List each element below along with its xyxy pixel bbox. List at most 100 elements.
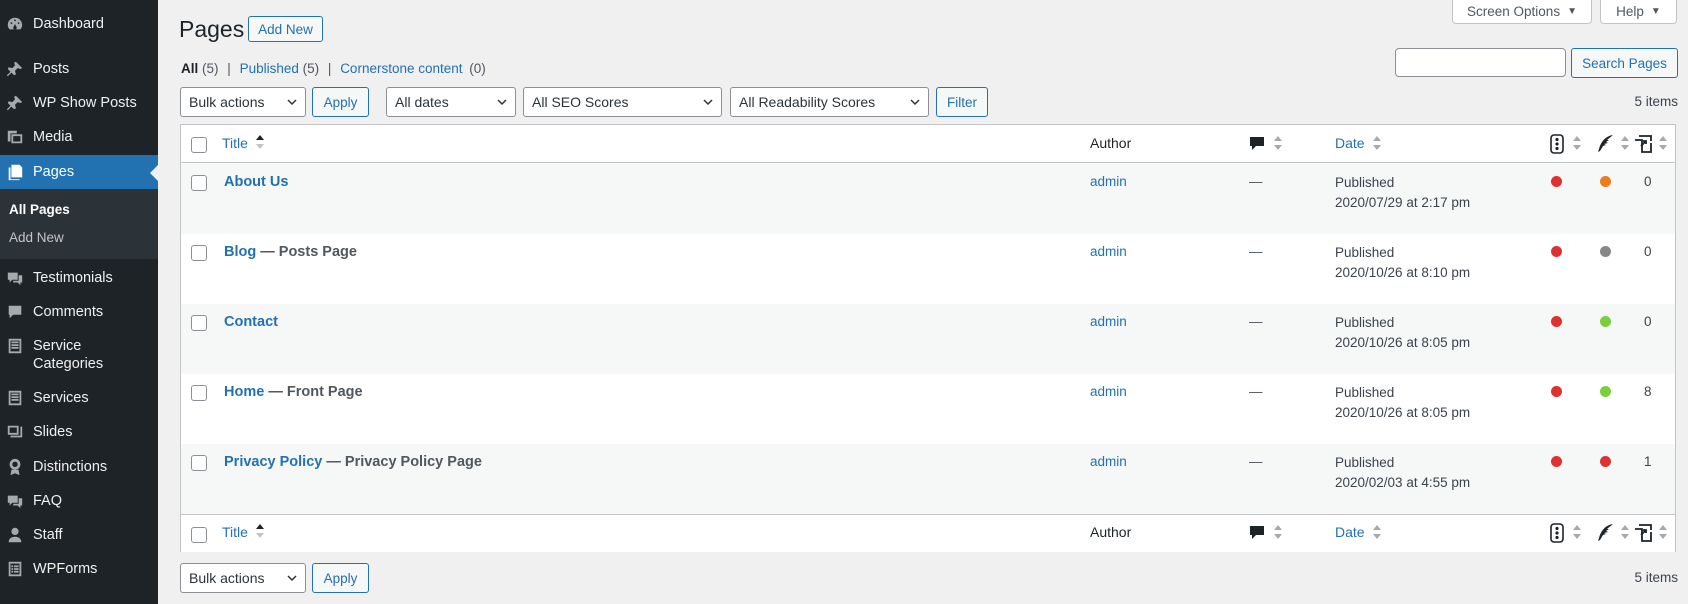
readability-feather-icon[interactable] <box>1597 134 1614 153</box>
seo-traffic-light-icon[interactable] <box>1550 134 1564 154</box>
readability-feather-icon[interactable] <box>1597 523 1614 542</box>
row-checkbox[interactable] <box>191 385 207 401</box>
row-author-link[interactable]: admin <box>1090 314 1127 329</box>
row-links-count: 0 <box>1644 314 1652 329</box>
internal-links-icon[interactable] <box>1633 134 1653 154</box>
chevron-down-icon <box>703 99 713 106</box>
filter-all-count: (5) <box>202 61 219 76</box>
row-author-link[interactable]: admin <box>1090 244 1127 259</box>
sidebar-item-label: Service Categories <box>33 338 104 372</box>
bulk-actions-select-bottom[interactable]: Bulk actions <box>180 563 306 593</box>
seo-score-dot <box>1551 386 1562 397</box>
column-date-sort[interactable]: Date <box>1335 524 1365 540</box>
search-pages-button[interactable]: Search Pages <box>1571 48 1678 78</box>
filter-published-count: (5) <box>302 61 320 76</box>
filter-separator: | <box>327 61 332 76</box>
sidebar-item-media[interactable]: Media <box>0 128 158 146</box>
page-title-link[interactable]: Blog <box>224 244 256 260</box>
seo-score-value: All SEO Scores <box>532 94 629 110</box>
table-row: Privacy Policy — Privacy Policy Page adm… <box>181 444 1675 514</box>
row-checkbox[interactable] <box>191 175 207 191</box>
chevron-down-icon <box>287 99 297 106</box>
sort-icon <box>1659 525 1667 539</box>
sidebar-item-services[interactable]: Services <box>0 389 158 407</box>
seo-score-select[interactable]: All SEO Scores <box>523 87 722 117</box>
dates-filter-select[interactable]: All dates <box>386 87 516 117</box>
page-title-link[interactable]: Home <box>224 384 264 400</box>
internal-links-icon[interactable] <box>1633 523 1653 543</box>
select-all-checkbox[interactable] <box>191 527 207 543</box>
filter-all-label: All <box>181 61 199 76</box>
page-title-link[interactable]: Contact <box>224 314 278 330</box>
post-state: — Privacy Policy Page <box>326 454 482 470</box>
sidebar-item-slides[interactable]: Slides <box>0 423 158 441</box>
chevron-down-icon <box>287 575 297 582</box>
row-date-value: 2020/10/26 at 8:10 pm <box>1335 265 1471 280</box>
sort-icon <box>1274 136 1282 150</box>
search-input[interactable] <box>1395 48 1566 77</box>
row-checkbox[interactable] <box>191 315 207 331</box>
column-title-sort[interactable]: Title <box>222 135 248 151</box>
filter-button[interactable]: Filter <box>936 87 988 117</box>
page-title-link[interactable]: Privacy Policy <box>224 454 322 470</box>
row-date: Published 2020/10/26 at 8:10 pm <box>1335 243 1470 283</box>
sidebar-item-pages[interactable]: Pages <box>0 155 158 189</box>
seo-traffic-light-icon[interactable] <box>1550 523 1564 543</box>
readability-score-value: All Readability Scores <box>739 94 876 110</box>
row-comments: — <box>1249 244 1263 259</box>
bulk-actions-value: Bulk actions <box>189 570 265 586</box>
sidebar-item-distinctions[interactable]: Distinctions <box>0 458 158 476</box>
sidebar-item-label: Distinctions <box>33 459 108 475</box>
post-state: — Posts Page <box>260 244 357 260</box>
sidebar-item-posts[interactable]: Posts <box>0 60 158 78</box>
filter-published[interactable]: Published (5) <box>240 61 320 76</box>
screen-options-button[interactable]: Screen Options ▼ <box>1452 0 1592 24</box>
filter-cornerstone-count: (0) <box>469 61 486 76</box>
row-author-link[interactable]: admin <box>1090 174 1127 189</box>
filter-cornerstone-label: Cornerstone content <box>340 61 463 76</box>
row-status: Published <box>1335 385 1395 400</box>
row-author-link[interactable]: admin <box>1090 454 1127 469</box>
page-title-link[interactable]: About Us <box>224 174 288 190</box>
add-new-page-button[interactable]: Add New <box>248 16 323 42</box>
screen-options-label: Screen Options <box>1467 4 1561 19</box>
sidebar-item-comments[interactable]: Comments <box>0 303 158 321</box>
sidebar-item-label: Media <box>33 129 73 145</box>
apply-button[interactable]: Apply <box>312 87 369 117</box>
filter-separator: | <box>227 61 231 76</box>
comment-bubble-icon[interactable] <box>1249 136 1265 151</box>
faq-icon <box>6 492 24 510</box>
readability-score-select[interactable]: All Readability Scores <box>730 87 929 117</box>
table-row: Blog — Posts Page admin — Published 2020/… <box>181 234 1675 304</box>
sidebar-item-faq[interactable]: FAQ <box>0 492 158 510</box>
bulk-actions-select[interactable]: Bulk actions <box>180 87 306 117</box>
sidebar-item-staff[interactable]: Staff <box>0 526 158 544</box>
sidebar-item-wpforms[interactable]: WPForms <box>0 560 158 578</box>
apply-button-bottom[interactable]: Apply <box>312 563 369 593</box>
row-checkbox[interactable] <box>191 455 207 471</box>
testimonial-icon <box>6 269 24 287</box>
sidebar-item-testimonials[interactable]: Testimonials <box>0 269 158 287</box>
submenu-all-pages[interactable]: All Pages <box>9 202 70 217</box>
submenu-add-new[interactable]: Add New <box>9 230 64 245</box>
sidebar-item-label: WPForms <box>33 561 98 577</box>
column-title-sort[interactable]: Title <box>222 524 248 540</box>
row-links-count: 0 <box>1644 244 1652 259</box>
comment-bubble-icon[interactable] <box>1249 525 1265 540</box>
column-date-sort[interactable]: Date <box>1335 135 1365 151</box>
sort-icon <box>1621 525 1629 539</box>
sidebar-item-wp-show-posts[interactable]: WP Show Posts <box>0 94 158 112</box>
row-author-link[interactable]: admin <box>1090 384 1127 399</box>
select-all-checkbox[interactable] <box>191 137 207 153</box>
filter-all[interactable]: All (5) <box>181 61 219 76</box>
sidebar-item-service-categories[interactable]: Service Categories <box>0 337 120 373</box>
seo-score-dot <box>1551 316 1562 327</box>
table-row: Contact admin — Published 2020/10/26 at 8… <box>181 304 1675 374</box>
filter-cornerstone[interactable]: Cornerstone content (0) <box>340 61 486 76</box>
sidebar-item-label: WP Show Posts <box>33 95 137 111</box>
page-title: Pages <box>179 16 245 42</box>
row-checkbox[interactable] <box>191 245 207 261</box>
readability-score-dot <box>1600 386 1611 397</box>
help-button[interactable]: Help ▼ <box>1600 0 1677 24</box>
sidebar-item-dashboard[interactable]: Dashboard <box>0 15 158 33</box>
